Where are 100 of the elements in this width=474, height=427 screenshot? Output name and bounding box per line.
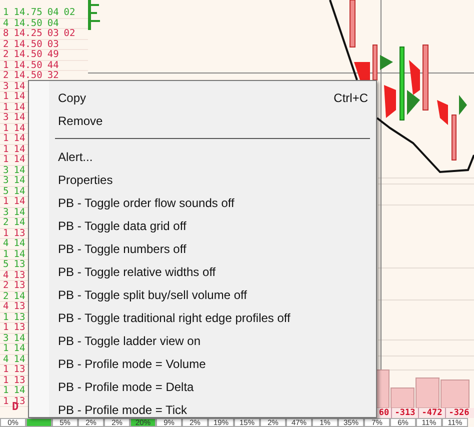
- price-text: 13: [14, 270, 26, 280]
- price-text: 14.50: [14, 60, 42, 70]
- count-text: 1: [3, 8, 9, 18]
- price-text: 13: [14, 281, 26, 290]
- count-text: 1: [3, 124, 9, 133]
- count-text: 4: [3, 18, 9, 28]
- price-text: 13: [14, 365, 26, 374]
- price-text: 13: [14, 228, 26, 238]
- volume-profile: [437, 100, 448, 125]
- count-text: 1: [3, 60, 9, 70]
- price-text: 14: [14, 239, 26, 248]
- count-text: 2: [3, 292, 9, 301]
- count-text: 3: [3, 176, 9, 186]
- price-text: 14: [14, 113, 26, 122]
- count-text: 2: [3, 50, 9, 60]
- session-marker: D: [12, 401, 19, 413]
- menu-item[interactable]: PB - Profile mode = Volume: [29, 353, 376, 376]
- menu-item[interactable]: PB - Toggle numbers off: [29, 238, 376, 261]
- price-text: 14.25: [14, 29, 42, 38]
- count-text: 3: [3, 334, 9, 343]
- volume-profile: [409, 60, 420, 95]
- price-text: 14: [14, 250, 26, 259]
- menu-item[interactable]: PB - Toggle ladder view on: [29, 330, 376, 353]
- count-text: 3: [3, 166, 9, 175]
- price-text: 14: [14, 124, 26, 133]
- volume-profile: [380, 55, 393, 70]
- volume-text: 02: [64, 8, 76, 18]
- price-text: 14: [14, 197, 26, 206]
- menu-item[interactable]: PB - Toggle traditional right edge profiles off: [29, 307, 376, 330]
- count-text: 1: [3, 134, 9, 144]
- count-text: 1: [3, 312, 9, 322]
- price-text: 14: [14, 155, 26, 164]
- count-text: 4: [3, 354, 9, 364]
- price-text: 13: [14, 302, 26, 312]
- price-text: 14: [14, 92, 26, 102]
- price-text: 14: [14, 386, 26, 396]
- volume-profile: [384, 85, 396, 118]
- price-text: 14: [14, 144, 26, 154]
- menu-item[interactable]: PB - Toggle order flow sounds off: [29, 192, 376, 215]
- price-text: 14: [14, 102, 26, 112]
- candle: [372, 44, 378, 80]
- count-text: 1: [3, 155, 9, 164]
- volume-profile: [354, 62, 370, 80]
- price-text: 14.75: [14, 8, 42, 18]
- count-text: 4: [3, 239, 9, 248]
- menu-item[interactable]: PB - Toggle relative widths off: [29, 261, 376, 284]
- price-text: 14: [14, 292, 26, 301]
- menu-item[interactable]: PB - Toggle split buy/sell volume off: [29, 284, 376, 307]
- count-text: 5: [3, 186, 9, 196]
- price-text: 14: [14, 218, 26, 228]
- price-text: 13: [14, 376, 26, 385]
- volume-profile: [88, 0, 100, 30]
- price-text: 14.50: [14, 40, 42, 49]
- volume-profile: [407, 90, 420, 115]
- count-text: 1: [3, 250, 9, 259]
- count-text: 2: [3, 218, 9, 228]
- menu-item[interactable]: Alert...: [29, 146, 376, 169]
- count-text: 3: [3, 208, 9, 217]
- count-text: 1: [3, 365, 9, 374]
- count-text: 1: [3, 197, 9, 206]
- count-text: 5: [3, 260, 9, 270]
- price-text: 14: [14, 208, 26, 217]
- count-text: 1: [3, 396, 9, 406]
- price-text: 13: [14, 312, 26, 322]
- price-text: 14: [14, 176, 26, 186]
- count-text: 1: [3, 144, 9, 154]
- menu-item[interactable]: PB - Profile mode = Delta: [29, 376, 376, 399]
- price-text: 14.50: [14, 50, 42, 60]
- count-text: 1: [3, 376, 9, 385]
- candle: [422, 44, 428, 110]
- count-text: 4: [3, 270, 9, 280]
- count-text: 3: [3, 113, 9, 122]
- volume-text: 49: [47, 50, 59, 60]
- price-text: 14: [14, 166, 26, 175]
- menu-item[interactable]: Properties: [29, 169, 376, 192]
- count-text: 1: [3, 102, 9, 112]
- count-text: 2: [3, 281, 9, 290]
- count-text: 4: [3, 302, 9, 312]
- count-text: 2: [3, 71, 9, 80]
- count-text: 1: [3, 344, 9, 354]
- count-text: 1: [3, 228, 9, 238]
- volume-text: 32: [47, 71, 59, 80]
- volume-text: 03: [47, 29, 59, 38]
- volume-text: 03: [47, 40, 59, 49]
- menu-item[interactable]: Copy Ctrl+C: [29, 87, 376, 110]
- price-text: 14: [14, 186, 26, 196]
- price-text: 13: [14, 323, 26, 332]
- price-text: 14.50: [14, 18, 42, 28]
- count-text: 1: [3, 386, 9, 396]
- menu-item[interactable]: Remove: [29, 110, 376, 133]
- count-text: 1: [3, 323, 9, 332]
- count-text: 1: [3, 92, 9, 102]
- count-text: 3: [3, 82, 9, 91]
- price-text: 14: [14, 354, 26, 364]
- count-text: 8: [3, 29, 9, 38]
- menu-item[interactable]: PB - Toggle data grid off: [29, 215, 376, 238]
- price-text: 14: [14, 82, 26, 91]
- volume-profile: [459, 95, 467, 115]
- candle: [452, 114, 456, 160]
- price-text: 14: [14, 344, 26, 354]
